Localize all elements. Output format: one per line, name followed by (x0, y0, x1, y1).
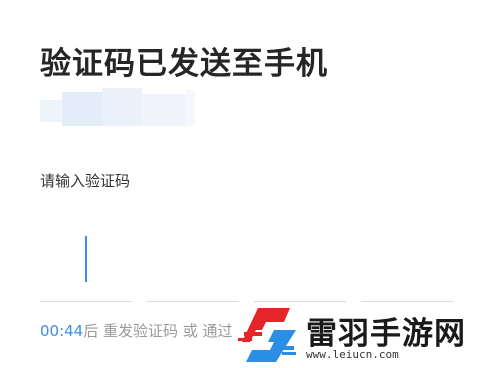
lightning-s-logo-icon (238, 308, 296, 362)
code-input-box-1[interactable] (40, 232, 132, 302)
watermark-url: www.leiucn.com (306, 348, 399, 361)
code-box-underline (147, 301, 239, 302)
resend-line: 00:44后 重发验证码 或 通过 (40, 320, 233, 341)
blur-block (142, 94, 186, 126)
blur-block (186, 90, 195, 126)
code-input-box-3[interactable] (254, 232, 346, 302)
blur-block (102, 88, 142, 126)
code-box-underline (40, 301, 132, 302)
blur-block (40, 100, 62, 122)
code-input-label: 请输入验证码 (40, 172, 131, 190)
masked-phone-number (40, 88, 195, 128)
watermark-site-name: 雷羽手游网 (306, 316, 466, 352)
page-title: 验证码已发送至手机 (40, 46, 328, 82)
countdown-timer: 00:44 (40, 322, 84, 340)
code-input-box-2[interactable] (147, 232, 239, 302)
site-watermark: 雷羽手游网 www.leiucn.com (236, 300, 489, 368)
blur-block (62, 92, 102, 126)
text-cursor (85, 236, 87, 282)
resend-text: 后 重发验证码 或 通过 (83, 322, 233, 340)
code-input-group (40, 232, 460, 302)
code-input-box-4[interactable] (361, 232, 453, 302)
